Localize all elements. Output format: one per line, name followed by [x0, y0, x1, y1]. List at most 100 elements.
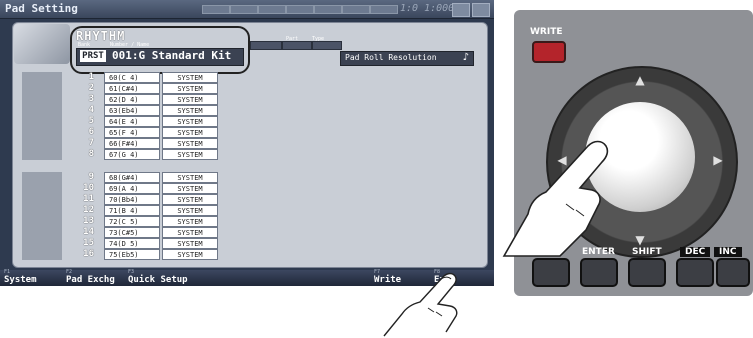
pad-number: 9 [88, 172, 94, 182]
highlight-circle [70, 26, 250, 74]
f1-label: System [4, 275, 37, 285]
pad-image [22, 149, 62, 160]
pad-number: 7 [88, 138, 94, 148]
note-cell[interactable]: 72(C 5) [104, 216, 160, 227]
arrow-up-icon[interactable]: ▲ [632, 72, 648, 88]
enter-button[interactable] [580, 258, 618, 287]
note-cell[interactable]: 66(F#4) [104, 138, 160, 149]
dest-cell[interactable]: SYSTEM [162, 216, 218, 227]
exit-button[interactable] [532, 258, 570, 287]
screen-title: Pad Setting [5, 2, 78, 15]
table-row[interactable]: 4 63(Eb4) SYSTEM [22, 105, 218, 116]
status-chip [230, 5, 258, 14]
dest-cell[interactable]: SYSTEM [162, 172, 218, 183]
drum-kit-image [14, 24, 70, 64]
pad-image [22, 227, 62, 238]
note-cell[interactable]: 61(C#4) [104, 83, 160, 94]
table-row[interactable]: 7 66(F#4) SYSTEM [22, 138, 218, 149]
table-row[interactable]: 6 65(F 4) SYSTEM [22, 127, 218, 138]
table-row[interactable]: 3 62(D 4) SYSTEM [22, 94, 218, 105]
dest-cell[interactable]: SYSTEM [162, 116, 218, 127]
pad-image [22, 172, 62, 183]
note-cell[interactable]: 64(E 4) [104, 116, 160, 127]
table-row[interactable]: 5 64(E 4) SYSTEM [22, 116, 218, 127]
enter-label: ENTER [582, 247, 615, 257]
table-row[interactable]: 15 74(D 5) SYSTEM [22, 238, 218, 249]
dec-button[interactable] [676, 258, 714, 287]
type-switch[interactable] [312, 41, 342, 50]
part-switch[interactable] [282, 41, 312, 50]
status-chip [314, 5, 342, 14]
dec-label: DEC [680, 247, 711, 257]
pad-number: 1 [88, 72, 94, 82]
pad-number: 8 [88, 149, 94, 159]
note-cell[interactable]: 63(Eb4) [104, 105, 160, 116]
dest-cell[interactable]: SYSTEM [162, 138, 218, 149]
table-row[interactable]: 8 67(G 4) SYSTEM [22, 149, 218, 160]
pad-number: 13 [83, 216, 94, 226]
dest-cell[interactable]: SYSTEM [162, 249, 218, 260]
pad-image [22, 72, 62, 83]
pad-number: 16 [83, 249, 94, 259]
screen-icon [472, 3, 490, 17]
table-row[interactable]: 12 71(B 4) SYSTEM [22, 205, 218, 216]
write-label: WRITE [530, 27, 563, 37]
timecode: 1:0 1:000 [400, 3, 455, 14]
dest-cell[interactable]: SYSTEM [162, 149, 218, 160]
pad-roll-resolution[interactable]: Pad Roll Resolution ♪ [340, 51, 474, 66]
pad-image [22, 94, 62, 105]
dest-cell[interactable]: SYSTEM [162, 183, 218, 194]
f2-label: Pad Exchg [66, 275, 115, 285]
table-row[interactable]: 14 73(C#5) SYSTEM [22, 227, 218, 238]
note-cell[interactable]: 65(F 4) [104, 127, 160, 138]
arrow-right-icon[interactable]: ▶ [710, 152, 726, 168]
f3-label: Quick Setup [128, 275, 188, 285]
pad-image [22, 183, 62, 194]
write-button[interactable] [532, 41, 566, 63]
arrow-down-icon[interactable]: ▼ [632, 232, 648, 248]
shift-button[interactable] [628, 258, 666, 287]
pad-number: 11 [83, 194, 94, 204]
dest-cell[interactable]: SYSTEM [162, 238, 218, 249]
pad-image [22, 116, 62, 127]
part-switch[interactable] [250, 41, 282, 50]
dest-cell[interactable]: SYSTEM [162, 194, 218, 205]
screen-icon [452, 3, 470, 17]
pad-image [22, 238, 62, 249]
inc-button[interactable] [716, 258, 750, 287]
f2-pad-exchg-button[interactable]: F2 Pad Exchg [62, 269, 126, 286]
pad-image [22, 194, 62, 205]
table-row[interactable]: 10 69(A 4) SYSTEM [22, 183, 218, 194]
note-cell[interactable]: 70(Bb4) [104, 194, 160, 205]
note-cell[interactable]: 71(B 4) [104, 205, 160, 216]
pad-number: 3 [88, 94, 94, 104]
dest-cell[interactable]: SYSTEM [162, 72, 218, 83]
dest-cell[interactable]: SYSTEM [162, 105, 218, 116]
note-cell[interactable]: 75(Eb5) [104, 249, 160, 260]
note-cell[interactable]: 74(D 5) [104, 238, 160, 249]
note-cell[interactable]: 73(C#5) [104, 227, 160, 238]
note-cell[interactable]: 69(A 4) [104, 183, 160, 194]
table-row[interactable]: 2 61(C#4) SYSTEM [22, 83, 218, 94]
note-icon: ♪ [462, 52, 469, 63]
note-cell[interactable]: 68(G#4) [104, 172, 160, 183]
dest-cell[interactable]: SYSTEM [162, 94, 218, 105]
note-cell[interactable]: 60(C 4) [104, 72, 160, 83]
f3-quick-setup-button[interactable]: F3 Quick Setup [124, 269, 200, 286]
inc-label: INC [714, 247, 742, 257]
status-chip [370, 5, 398, 14]
pad-image [22, 83, 62, 94]
table-row[interactable]: 13 72(C 5) SYSTEM [22, 216, 218, 227]
note-cell[interactable]: 62(D 4) [104, 94, 160, 105]
pad-image [22, 216, 62, 227]
note-cell[interactable]: 67(G 4) [104, 149, 160, 160]
pad-image [22, 205, 62, 216]
table-row[interactable]: 9 68(G#4) SYSTEM [22, 172, 218, 183]
dest-cell[interactable]: SYSTEM [162, 205, 218, 216]
table-row[interactable]: 16 75(Eb5) SYSTEM [22, 249, 218, 260]
dest-cell[interactable]: SYSTEM [162, 127, 218, 138]
table-row[interactable]: 1 60(C 4) SYSTEM [22, 72, 218, 83]
dest-cell[interactable]: SYSTEM [162, 227, 218, 238]
table-row[interactable]: 11 70(Bb4) SYSTEM [22, 194, 218, 205]
dest-cell[interactable]: SYSTEM [162, 83, 218, 94]
